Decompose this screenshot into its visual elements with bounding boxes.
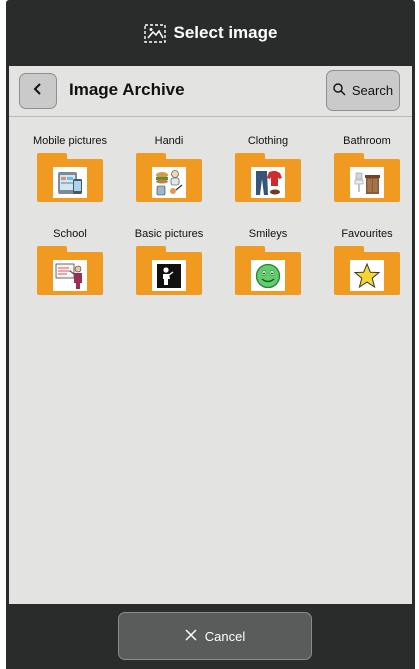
- close-icon: [185, 629, 205, 644]
- folder-label: Bathroom: [343, 135, 391, 147]
- folder-label: School: [53, 228, 87, 240]
- folder-favourites[interactable]: Favourites: [322, 223, 412, 313]
- cancel-button[interactable]: Cancel: [118, 612, 312, 660]
- folder-icon: [334, 246, 400, 295]
- archive-panel: Image Archive Search Mobile pictures Han…: [9, 66, 412, 604]
- folder-clothing[interactable]: Clothing: [223, 130, 313, 220]
- folder-handi[interactable]: Handi: [124, 130, 214, 220]
- school-board-icon: [53, 260, 87, 291]
- chevron-left-icon: [33, 82, 43, 100]
- smiley-icon: [251, 260, 285, 291]
- star-icon: [350, 260, 384, 291]
- folder-mobile-pictures[interactable]: Mobile pictures: [25, 130, 115, 220]
- folder-bathroom[interactable]: Bathroom: [322, 130, 412, 220]
- folder-label: Clothing: [247, 135, 289, 147]
- folder-icon: [334, 153, 400, 202]
- mobile-devices-icon: [53, 167, 87, 198]
- search-label: Search: [351, 83, 394, 98]
- clothing-icon: [251, 167, 285, 198]
- folder-label: Smileys: [248, 228, 288, 240]
- handi-objects-icon: [152, 167, 186, 198]
- folder-label: Handi: [154, 135, 184, 147]
- folder-label: Mobile pictures: [33, 135, 107, 147]
- folder-label: Basic pictures: [134, 228, 204, 240]
- folder-icon: [235, 246, 301, 295]
- folder-label: Favourites: [341, 228, 393, 240]
- search-button[interactable]: Search: [326, 70, 400, 111]
- footer-bar: Cancel: [6, 604, 415, 669]
- folder-icon: [235, 153, 301, 202]
- dialog-frame: Select image Image Archive Search Mobile…: [6, 0, 415, 669]
- top-bar-title: Select image: [173, 23, 278, 42]
- folder-icon: [136, 246, 202, 295]
- person-symbol-icon: [152, 260, 186, 291]
- bathroom-icon: [350, 167, 384, 198]
- top-bar: Select image: [6, 0, 415, 66]
- folder-school[interactable]: School: [25, 223, 115, 313]
- folder-smileys[interactable]: Smileys: [223, 223, 313, 313]
- folder-icon: [136, 153, 202, 202]
- archive-header: Image Archive Search: [9, 66, 412, 117]
- image-icon: [143, 23, 166, 43]
- back-button[interactable]: [19, 73, 57, 109]
- search-icon: [333, 82, 352, 99]
- folder-icon: [37, 246, 103, 295]
- folder-basic-pictures[interactable]: Basic pictures: [124, 223, 214, 313]
- cancel-label: Cancel: [204, 628, 246, 644]
- page-title: Image Archive: [69, 80, 185, 99]
- folder-icon: [37, 153, 103, 202]
